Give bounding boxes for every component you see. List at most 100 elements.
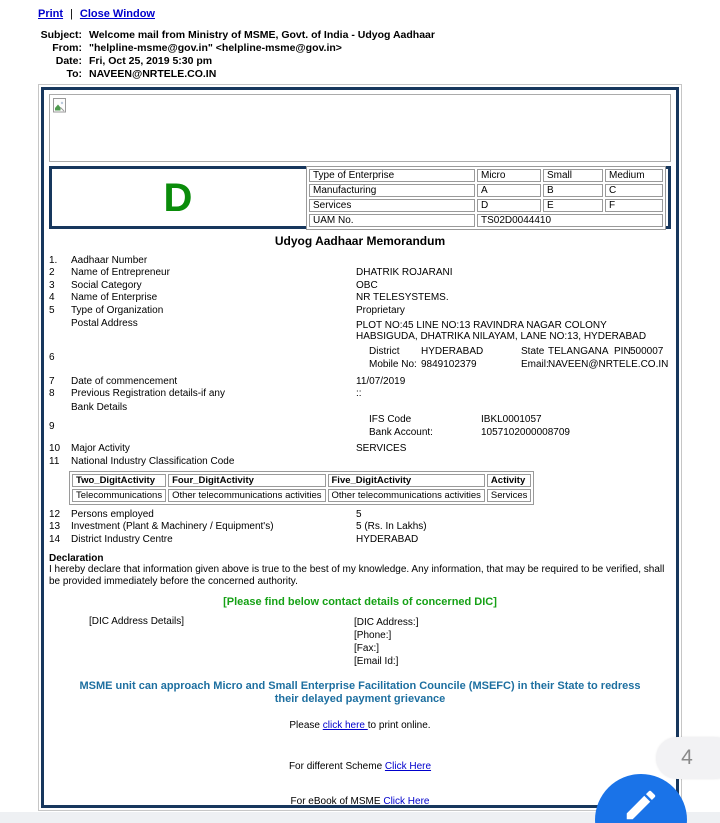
row-organization-type: 5 Type of Organization Proprietary (49, 305, 671, 317)
print-online-post: to print online. (368, 720, 431, 731)
district-label: District (369, 346, 421, 359)
ebook-line: For eBook of MSME Click Here (49, 796, 671, 807)
row-label: Major Activity (71, 443, 356, 455)
row-number: 13 (49, 521, 71, 533)
bank-account-value: 1057102000008709 (481, 427, 570, 440)
email-value: NAVEEN@NRTELE.CO.IN (548, 359, 668, 372)
broken-image-icon (53, 98, 66, 118)
row-commencement-date: 7 Date of commencement 11/07/2019 (49, 376, 671, 388)
row-label: Investment (Plant & Machinery / Equipmen… (71, 521, 356, 533)
row-district-industry-centre: 14 District Industry Centre HYDERABAD (49, 534, 671, 546)
row-value: DHATRIK ROJARANI (356, 267, 671, 279)
row-district-contact: 6 District HYDERABAD State TELANGANA PIN… (49, 346, 671, 371)
nic-header: Activity (487, 474, 531, 487)
row-value: OBC (356, 280, 671, 292)
row-number: 6 (49, 352, 71, 364)
from-label: From: (0, 42, 82, 55)
nic-cell: Telecommunications (72, 489, 166, 502)
row-number: 5 (49, 305, 71, 317)
print-link[interactable]: Print (38, 8, 63, 20)
row-number: 12 (49, 509, 71, 521)
ent-cell: F (605, 199, 663, 212)
print-online-line: Please click here to print online. (49, 720, 671, 731)
date-value: Fri, Oct 25, 2019 5:30 pm (89, 55, 212, 68)
row-enterprise-name: 4 Name of Enterprise NR TELESYSTEMS. (49, 292, 671, 304)
ebook-link[interactable]: Click Here (383, 796, 429, 807)
row-number: 3 (49, 280, 71, 292)
ent-cell: Type of Enterprise (309, 169, 475, 182)
logo-and-classification: D Type of Enterprise Micro Small Medium … (49, 166, 671, 229)
state-value: TELANGANA (548, 346, 614, 359)
scheme-link[interactable]: Click Here (385, 761, 431, 772)
nic-cell: Other telecommunications activities (328, 489, 485, 502)
row-value: 5 (356, 509, 671, 521)
enterprise-type-table: Type of Enterprise Micro Small Medium Ma… (306, 166, 666, 230)
row-number (49, 318, 71, 342)
row-number: 7 (49, 376, 71, 388)
uam-label: UAM No. (309, 214, 475, 227)
nic-header: Five_DigitActivity (328, 474, 485, 487)
row-bank-details: 9 IFS Code IBKL0001057 Bank Account: 105… (49, 414, 671, 439)
row-label: Bank Details (71, 402, 671, 414)
declaration-title: Declaration (49, 553, 671, 564)
nic-activity-table: Two_DigitActivity Four_DigitActivity Fiv… (69, 471, 534, 505)
dic-address-details-label: [DIC Address Details] (49, 616, 354, 668)
row-value (356, 255, 671, 267)
memorandum-document: D Type of Enterprise Micro Small Medium … (41, 87, 679, 808)
uam-number: TS02D0044410 (477, 214, 663, 227)
row-value: 11/07/2019 (356, 376, 671, 388)
ent-cell: Micro (477, 169, 541, 182)
state-label: State (521, 346, 548, 359)
ent-cell: Small (543, 169, 603, 182)
dic-contact-heading: [Please find below contact details of co… (49, 596, 671, 608)
msefc-notice: MSME unit can approach Micro and Small E… (71, 680, 649, 706)
scheme-pre: For different Scheme (289, 761, 385, 772)
row-previous-registration: 8 Previous Registration details-if any :… (49, 388, 671, 400)
row-label: Social Category (71, 280, 356, 292)
ent-cell: Medium (605, 169, 663, 182)
row-number: 1. (49, 255, 71, 267)
email-body-container: D Type of Enterprise Micro Small Medium … (38, 84, 682, 811)
row-social-category: 3 Social Category OBC (49, 280, 671, 292)
row-label: National Industry Classification Code (71, 456, 356, 468)
scheme-line: For different Scheme Click Here (49, 761, 671, 772)
row-value: NR TELESYSTEMS. (356, 292, 671, 304)
to-value: NAVEEN@NRTELE.CO.IN (89, 68, 216, 81)
mobile-label: Mobile No: (369, 359, 421, 372)
row-value: Proprietary (356, 305, 671, 317)
row-number: 14 (49, 534, 71, 546)
subject-label: Subject: (0, 29, 82, 42)
row-label: Postal Address (71, 318, 356, 342)
row-nic-code: 11 National Industry Classification Code (49, 456, 671, 468)
nic-header: Two_DigitActivity (72, 474, 166, 487)
header-image-placeholder (49, 94, 671, 162)
dic-email-field: [Email Id:] (354, 655, 671, 668)
row-label: Name of Enterprise (71, 292, 356, 304)
print-online-link[interactable]: click here (323, 720, 368, 731)
row-value: 5 (Rs. In Lakhs) (356, 521, 671, 533)
dic-address-field: [DIC Address:] (354, 616, 671, 629)
from-value: "helpline-msme@gov.in" <helpline-msme@go… (89, 42, 342, 55)
row-value: :: (356, 388, 671, 400)
ifs-code-value: IBKL0001057 (481, 414, 542, 427)
row-major-activity: 10 Major Activity SERVICES (49, 443, 671, 455)
row-number: 8 (49, 388, 71, 400)
pin-label: PIN (614, 346, 630, 359)
dic-details: [DIC Address Details] [DIC Address:] [Ph… (49, 616, 671, 668)
row-number: 11 (49, 456, 71, 468)
ebook-pre: For eBook of MSME (291, 796, 384, 807)
row-value (356, 456, 671, 468)
row-number: 2 (49, 267, 71, 279)
dic-fax-field: [Fax:] (354, 642, 671, 655)
ent-cell: Manufacturing (309, 184, 475, 197)
ent-cell: A (477, 184, 541, 197)
close-window-link[interactable]: Close Window (80, 8, 155, 20)
nic-cell: Services (487, 489, 531, 502)
postal-address-value: PLOT NO:45 LINE NO:13 RAVINDRA NAGAR COL… (356, 318, 671, 342)
account-line: Bank Account: 1057102000008709 (369, 427, 671, 440)
row-postal-address: Postal Address PLOT NO:45 LINE NO:13 RAV… (49, 318, 671, 342)
row-persons-employed: 12 Persons employed 5 (49, 509, 671, 521)
row-bank-details-label: Bank Details (49, 402, 671, 414)
district-value: HYDERABAD (421, 346, 521, 359)
email-headers: Subject:Welcome mail from Ministry of MS… (0, 29, 435, 81)
